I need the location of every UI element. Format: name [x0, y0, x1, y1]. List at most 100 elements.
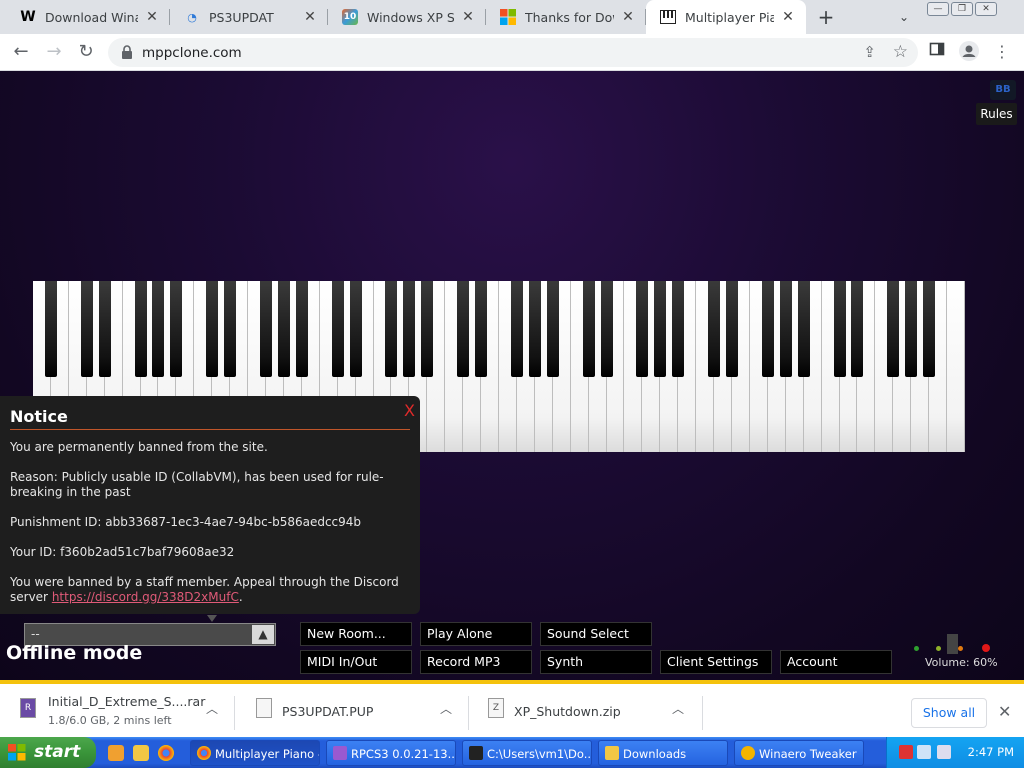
chrome-quicklaunch-icon[interactable] [158, 745, 174, 761]
ps3-blue-icon: ◔ [187, 10, 197, 24]
download-item[interactable]: PS3UPDAT.PUP ︿ [234, 684, 468, 737]
tab-multiplayer-piano[interactable]: Multiplayer Piano ✕ [646, 0, 806, 34]
black-key[interactable] [851, 281, 864, 377]
black-key[interactable] [905, 281, 918, 377]
network-error-icon[interactable] [899, 745, 913, 759]
black-key[interactable] [761, 281, 774, 377]
microsoft-logo-icon [500, 9, 516, 25]
black-key[interactable] [260, 281, 272, 377]
address-bar[interactable]: mppclone.com ⇪ ☆ [108, 38, 918, 67]
close-icon[interactable]: ✕ [460, 9, 476, 25]
black-key[interactable] [170, 281, 183, 377]
black-key[interactable] [331, 281, 344, 377]
play-alone-button[interactable]: Play Alone [420, 622, 532, 646]
tab-download-winaero[interactable]: W Download Winaero ✕ [6, 0, 170, 34]
reload-icon[interactable]: ↻ [73, 39, 99, 65]
task-downloads[interactable]: Downloads [598, 740, 728, 766]
black-key[interactable] [475, 281, 488, 377]
notice-close-button[interactable]: X [404, 401, 415, 420]
minimize-icon[interactable]: — [927, 2, 949, 16]
restore-icon[interactable]: ❐ [951, 2, 973, 16]
black-key[interactable] [528, 281, 541, 377]
account-button[interactable]: Account [780, 650, 892, 674]
close-icon[interactable]: ✕ [302, 9, 318, 25]
tab-thanks-for-download[interactable]: Thanks for Downl ✕ [486, 0, 646, 34]
black-key[interactable] [833, 281, 846, 377]
chevron-up-icon[interactable]: ︿ [672, 700, 684, 717]
close-icon[interactable]: ✕ [780, 9, 796, 25]
new-room-button[interactable]: New Room... [300, 622, 412, 646]
volume-knob[interactable] [947, 634, 958, 654]
back-arrow-icon[interactable]: ← [8, 39, 34, 65]
black-key[interactable] [385, 281, 398, 377]
black-key[interactable] [206, 281, 219, 377]
record-mp3-button[interactable]: Record MP3 [420, 650, 532, 674]
explorer-icon[interactable] [133, 745, 149, 761]
bb-icon[interactable]: BB [990, 80, 1016, 100]
tab-windows-xp-shutdown[interactable]: 10 Windows XP Shut ✕ [328, 0, 486, 34]
black-key[interactable] [510, 281, 523, 377]
black-key[interactable] [636, 281, 649, 377]
black-key[interactable] [708, 281, 721, 377]
chevron-up-icon[interactable]: ︿ [440, 700, 452, 717]
task-7zip[interactable]: C:\Users\vm1\Do... [462, 740, 592, 766]
chevron-up-icon[interactable]: ▲ [252, 625, 274, 644]
black-key[interactable] [457, 281, 470, 377]
rules-button[interactable]: Rules [976, 103, 1017, 125]
black-key[interactable] [80, 281, 93, 377]
task-winaero-tweaker[interactable]: Winaero Tweaker [734, 740, 864, 766]
black-key[interactable] [295, 281, 308, 377]
profile-avatar-icon[interactable] [958, 41, 980, 63]
side-panel-icon[interactable] [926, 41, 948, 63]
black-key[interactable] [923, 281, 936, 377]
black-key[interactable] [779, 281, 792, 377]
menu-kebab-icon[interactable]: ⋮ [991, 41, 1013, 63]
new-tab-button[interactable]: + [814, 5, 838, 29]
close-icon[interactable]: ✕ [620, 9, 636, 25]
bookmark-star-icon[interactable]: ☆ [893, 42, 908, 62]
black-key[interactable] [403, 281, 416, 377]
tab-search-button[interactable]: ⌄ [894, 7, 914, 27]
download-item[interactable]: R Initial_D_Extreme_S....rar 1.8/6.0 GB,… [0, 684, 234, 737]
black-key[interactable] [98, 281, 111, 377]
speaker-icon[interactable] [937, 745, 951, 759]
black-key[interactable] [654, 281, 667, 377]
white-key[interactable] [947, 281, 965, 452]
black-key[interactable] [224, 281, 237, 377]
close-icon[interactable]: ✕ [998, 702, 1011, 721]
system-tray: 2:47 PM [886, 737, 1024, 768]
black-key[interactable] [672, 281, 685, 377]
forward-arrow-icon[interactable]: → [41, 39, 67, 65]
black-key[interactable] [797, 281, 810, 377]
media-player-icon[interactable] [108, 745, 124, 761]
black-key[interactable] [600, 281, 613, 377]
midi-in-out-button[interactable]: MIDI In/Out [300, 650, 412, 674]
black-key[interactable] [349, 281, 362, 377]
black-key[interactable] [44, 281, 57, 377]
black-key[interactable] [546, 281, 559, 377]
piano-icon [660, 9, 676, 25]
black-key[interactable] [726, 281, 738, 377]
status-light-lime [936, 646, 941, 651]
download-item[interactable]: Z XP_Shutdown.zip ︿ [468, 684, 702, 737]
black-key[interactable] [152, 281, 165, 377]
client-settings-button[interactable]: Client Settings [660, 650, 772, 674]
chevron-up-icon[interactable]: ︿ [206, 700, 218, 717]
task-rpcs3[interactable]: RPCS3 0.0.21-13... [326, 740, 456, 766]
black-key[interactable] [887, 281, 900, 377]
black-key[interactable] [277, 281, 290, 377]
close-window-icon[interactable]: ✕ [975, 2, 997, 16]
show-all-button[interactable]: Show all [911, 698, 987, 728]
task-multiplayer-piano[interactable]: Multiplayer Piano -... [190, 740, 320, 766]
sound-select-button[interactable]: Sound Select [540, 622, 652, 646]
black-key[interactable] [421, 281, 434, 377]
display-icon[interactable] [917, 745, 931, 759]
synth-button[interactable]: Synth [540, 650, 652, 674]
tab-ps3updat[interactable]: ◔ PS3UPDAT ✕ [170, 0, 328, 34]
close-icon[interactable]: ✕ [144, 9, 160, 25]
start-button[interactable]: start [0, 737, 96, 768]
discord-link[interactable]: https://discord.gg/338D2xMufC [52, 590, 239, 604]
black-key[interactable] [582, 281, 595, 377]
black-key[interactable] [134, 281, 147, 377]
share-icon[interactable]: ⇪ [863, 43, 876, 61]
